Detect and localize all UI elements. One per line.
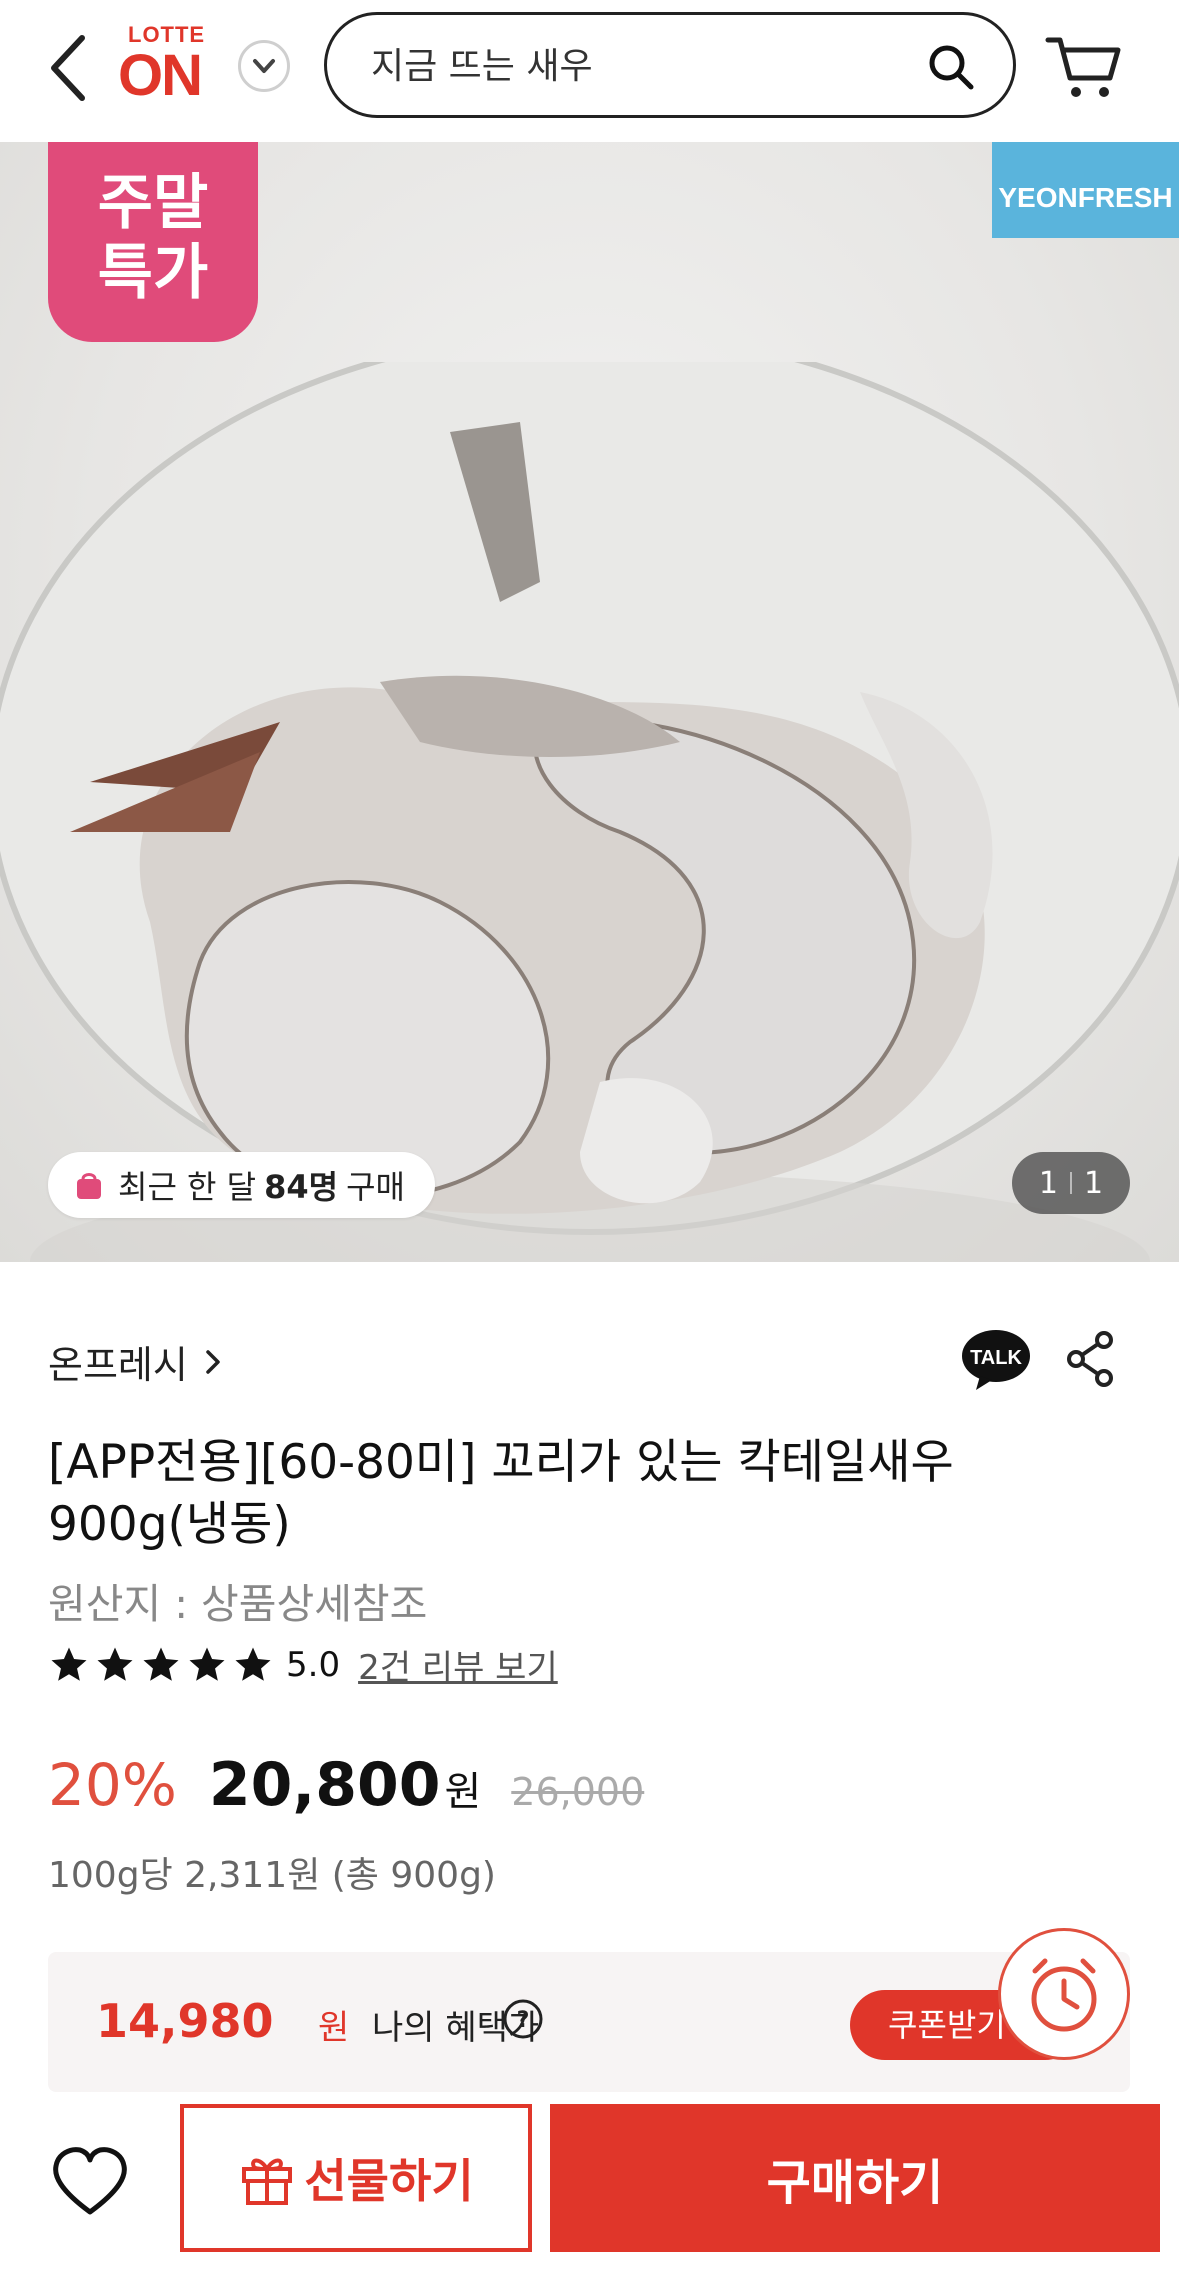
product-image[interactable]: 주말 특가 YEONFRESH 최근 한 달 84명 구매 1 1 — [0, 142, 1179, 1262]
alarm-clock-icon[interactable] — [998, 1928, 1130, 2060]
gift-icon — [242, 2158, 293, 2205]
cart-icon[interactable] — [1044, 28, 1124, 108]
badge-line2: 특가 — [97, 238, 209, 308]
svg-text:TALK: TALK — [970, 1347, 1022, 1369]
shrimp-bowl-illustration — [0, 362, 1179, 1262]
buyers-prefix: 최근 한 달 — [118, 1168, 257, 1206]
search-bar[interactable] — [324, 12, 1016, 118]
weekend-sale-badge: 주말 특가 — [48, 142, 258, 342]
share-icon[interactable] — [1064, 1330, 1116, 1388]
rating-row: 5.0 2건 리뷰 보기 — [48, 1640, 558, 1689]
star-icon — [189, 1647, 225, 1681]
rating-stars — [48, 1644, 274, 1686]
image-page-indicator: 1 1 — [1012, 1152, 1130, 1214]
chevron-right-icon — [206, 1349, 220, 1374]
star-icon — [97, 1647, 133, 1681]
discount-rate: 20% — [48, 1751, 177, 1819]
brand-tag: YEONFRESH — [992, 142, 1179, 238]
lotte-on-logo[interactable]: LOTTE ON — [118, 22, 218, 112]
buyers-count: 84명 — [264, 1168, 339, 1206]
seller-link[interactable]: 온프레시 — [48, 1334, 224, 1389]
gift-button[interactable]: 선물하기 — [180, 2104, 532, 2252]
product-origin: 원산지 : 상품상세참조 — [48, 1580, 428, 1628]
benefit-price-box: 14,980 원 나의 혜택가 ? 쿠폰받기 — [48, 1952, 1130, 2092]
chevron-down-icon[interactable] — [238, 40, 290, 92]
benefit-price: 14,980 — [96, 1994, 274, 2048]
original-price: 26,000 — [511, 1770, 645, 1814]
page-total: 1 — [1084, 1165, 1104, 1201]
star-icon — [235, 1647, 271, 1681]
star-icon — [143, 1647, 179, 1681]
review-link[interactable]: 2건 리뷰 보기 — [358, 1640, 558, 1689]
buy-button[interactable]: 구매하기 — [550, 2104, 1160, 2252]
sale-price: 20,800 — [208, 1750, 441, 1820]
svg-text:?: ? — [517, 2008, 530, 2033]
recent-buyers-pill: 최근 한 달 84명 구매 — [48, 1152, 435, 1218]
benefit-currency: 원 — [318, 2008, 350, 2048]
seller-name: 온프레시 — [48, 1343, 188, 1387]
unit-price: 100g당 2,311원 (총 900g) — [48, 1855, 496, 1896]
kakao-talk-icon[interactable]: TALK — [960, 1328, 1032, 1392]
shopping-bag-icon — [77, 1173, 101, 1199]
price-row: 20% 20,800 원 26,000 — [48, 1750, 644, 1820]
logo-main-text: ON — [118, 43, 203, 108]
question-circle-icon[interactable]: ? — [502, 1998, 544, 2040]
page-separator — [1070, 1172, 1072, 1194]
rating-score: 5.0 — [286, 1644, 341, 1685]
page-current: 1 — [1038, 1165, 1058, 1201]
badge-line1: 주말 — [97, 168, 209, 238]
back-arrow-icon[interactable] — [40, 28, 100, 108]
buyers-suffix: 구매 — [346, 1168, 405, 1206]
gift-label: 선물하기 — [304, 2154, 474, 2208]
price-currency: 원 — [444, 1769, 482, 1815]
heart-icon[interactable] — [50, 2142, 130, 2222]
top-bar: LOTTE ON — [0, 0, 1179, 140]
star-icon — [51, 1647, 87, 1681]
bottom-action-bar: 선물하기 구매하기 — [0, 2092, 1179, 2274]
search-input[interactable] — [371, 37, 891, 95]
search-icon[interactable] — [927, 43, 975, 91]
product-title: [APP전용][60-80미] 꼬리가 있는 칵테일새우 900g(냉동) — [48, 1435, 954, 1552]
